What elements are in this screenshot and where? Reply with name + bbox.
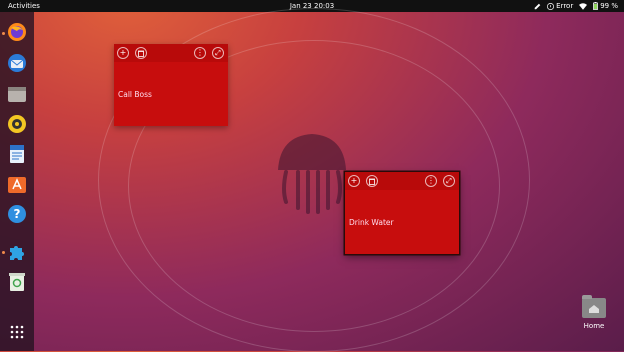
files-icon[interactable] <box>6 83 28 105</box>
note-toolbar: + ⋮ ⤢ <box>114 44 228 62</box>
trash-icon[interactable] <box>6 271 28 293</box>
note-menu-button[interactable]: ⋮ <box>194 47 206 59</box>
note-toolbar: + ⋮ ⤢ <box>345 172 459 190</box>
delete-note-button[interactable] <box>366 175 378 187</box>
rhythmbox-icon[interactable] <box>6 113 28 135</box>
jellyfish-logo <box>278 134 346 214</box>
thunderbird-icon[interactable] <box>6 52 28 74</box>
home-folder-icon <box>582 295 606 318</box>
activities-button[interactable]: Activities <box>8 0 40 12</box>
libreoffice-writer-icon[interactable] <box>6 143 28 165</box>
sticky-note[interactable]: + ⋮ ⤢ Call Boss <box>114 44 228 126</box>
running-indicator <box>2 32 5 35</box>
error-indicator[interactable]: Error <box>547 0 573 12</box>
home-desktop-icon[interactable]: Home <box>578 295 610 330</box>
puzzle-icon[interactable] <box>6 241 28 263</box>
home-label: Home <box>583 322 605 330</box>
battery-icon[interactable]: 99 % <box>593 0 618 12</box>
svg-text:?: ? <box>14 207 21 221</box>
add-note-button[interactable]: + <box>117 47 129 59</box>
firefox-icon[interactable] <box>6 21 28 43</box>
wifi-icon[interactable] <box>579 2 588 10</box>
show-apps-icon[interactable] <box>6 321 28 343</box>
trash-icon <box>138 50 144 57</box>
sticky-note[interactable]: + ⋮ ⤢ Drink Water <box>345 172 459 254</box>
expand-note-button[interactable]: ⤢ <box>212 47 224 59</box>
ubuntu-software-icon[interactable] <box>6 173 28 195</box>
trash-icon <box>369 178 375 185</box>
dock: ? <box>0 12 34 351</box>
error-label: Error <box>556 2 574 10</box>
note-text[interactable]: Drink Water <box>349 218 394 227</box>
expand-note-button[interactable]: ⤢ <box>443 175 455 187</box>
battery-percent: 99 % <box>600 2 618 10</box>
running-indicator <box>2 251 5 254</box>
pen-icon[interactable] <box>534 3 541 10</box>
help-icon[interactable]: ? <box>6 203 28 225</box>
delete-note-button[interactable] <box>135 47 147 59</box>
note-text[interactable]: Call Boss <box>118 90 152 99</box>
note-menu-button[interactable]: ⋮ <box>425 175 437 187</box>
system-tray[interactable]: Error 99 % <box>534 0 618 12</box>
add-note-button[interactable]: + <box>348 175 360 187</box>
